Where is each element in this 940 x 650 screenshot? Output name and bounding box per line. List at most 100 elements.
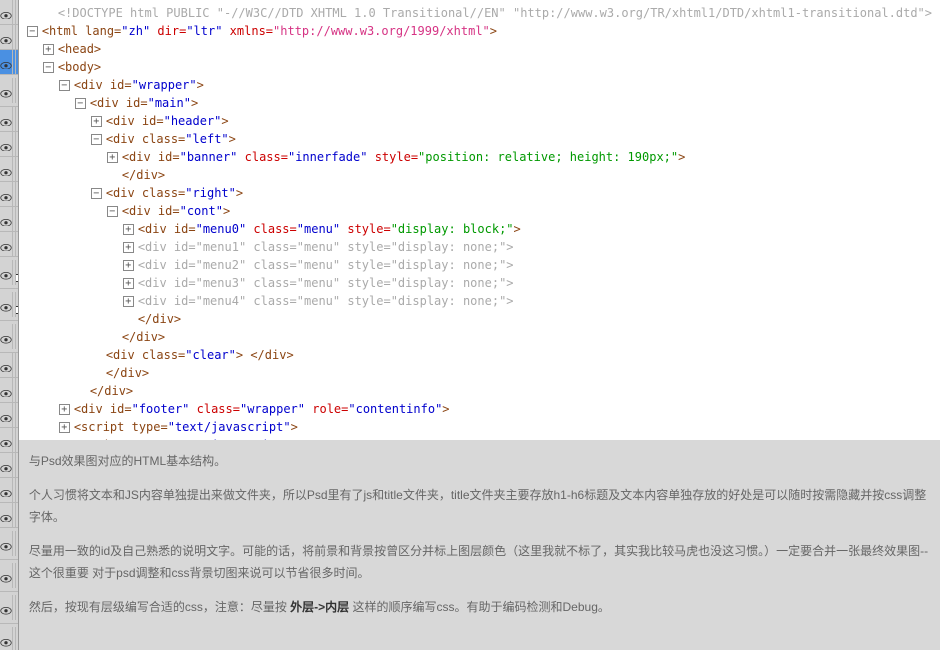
expand-icon[interactable]: + (43, 44, 54, 55)
layer-row[interactable]: title (0, 107, 18, 132)
layer-row[interactable]: js背景 (0, 478, 18, 503)
layer-row[interactable]: js (0, 25, 18, 50)
visibility-toggle[interactable] (0, 132, 13, 157)
visibility-toggle[interactable] (0, 428, 13, 453)
visibility-toggle[interactable] (0, 595, 13, 620)
code-line[interactable]: </div> (27, 364, 932, 382)
code-line[interactable]: −<div id="wrapper"> (27, 76, 932, 94)
code-line[interactable]: +<div id="menu2" class="menu" style="dis… (27, 256, 932, 274)
code-line[interactable]: +<div id="footer" class="wrapper" role="… (27, 400, 932, 418)
layer-row[interactable]: #top (0, 353, 18, 378)
visibility-toggle[interactable] (0, 563, 13, 588)
collapse-icon[interactable]: − (27, 26, 38, 37)
layer-row[interactable]: 效果图合并 (0, 0, 18, 25)
expand-icon[interactable]: + (123, 296, 134, 307)
code-line[interactable]: +<div id="menu1" class="menu" style="dis… (27, 238, 932, 256)
code-line[interactable]: +<div id="menu4" class="menu" style="dis… (27, 292, 932, 310)
code-line[interactable]: <div class="clear"> </div> (27, 346, 932, 364)
visibility-toggle[interactable] (0, 292, 13, 317)
layer-row[interactable]: js img (0, 453, 18, 478)
code-line[interactable]: </div> (27, 310, 932, 328)
expand-icon[interactable]: + (59, 422, 70, 433)
visibility-toggle[interactable] (0, 378, 13, 403)
code-line[interactable]: −<html lang="zh" dir="ltr" xmlns="http:/… (27, 22, 932, 40)
visibility-toggle[interactable] (0, 207, 13, 232)
expand-icon[interactable]: + (59, 404, 70, 415)
code-line[interactable]: +<div id="banner" class="innerfade" styl… (27, 148, 932, 166)
layer-row[interactable]: left (0, 378, 18, 403)
visibility-toggle[interactable] (0, 0, 13, 25)
collapse-icon[interactable]: − (43, 62, 54, 73)
code-line[interactable]: </div> (27, 382, 932, 400)
collapse-icon[interactable]: − (75, 98, 86, 109)
layer-row[interactable]: #cont (0, 232, 18, 257)
layer-row[interactable]: T!1版块，对不起。2版块，... (0, 75, 18, 107)
eye-icon (0, 540, 12, 548)
code-line[interactable]: −<div id="cont"> (27, 202, 932, 220)
code-line[interactable]: +<head> (27, 40, 932, 58)
visibility-toggle[interactable] (0, 50, 13, 75)
eye-icon (0, 333, 12, 341)
visibility-toggle[interactable] (0, 232, 13, 257)
layer-row[interactable]: #right (0, 157, 18, 182)
visibility-toggle[interactable] (0, 531, 13, 556)
layer-row[interactable]: #wrapper (0, 182, 18, 207)
code-line[interactable]: −<div id="main"> (27, 94, 932, 112)
collapse-icon[interactable]: − (91, 188, 102, 199)
layer-row[interactable]: bg (0, 289, 18, 321)
layer-row[interactable]: bg (0, 528, 18, 560)
code-line[interactable]: −<div class="right"> (27, 184, 932, 202)
visibility-toggle[interactable] (0, 503, 13, 528)
visibility-toggle[interactable] (0, 353, 13, 378)
visibility-toggle[interactable] (0, 157, 13, 182)
expand-icon[interactable]: + (123, 260, 134, 271)
code-line[interactable]: </div> (27, 166, 932, 184)
visibility-toggle[interactable] (0, 107, 13, 132)
code-line[interactable]: +<div id="header"> (27, 112, 932, 130)
code-line[interactable]: +<div id="menu0" class="menu" style="dis… (27, 220, 932, 238)
visibility-toggle[interactable] (0, 403, 13, 428)
layer-row[interactable]: bg (0, 560, 18, 592)
code-line[interactable]: +<div id="menu3" class="menu" style="dis… (27, 274, 932, 292)
eye-icon (0, 486, 12, 494)
eye-icon (0, 240, 12, 248)
code-line[interactable]: <!DOCTYPE html PUBLIC "-//W3C//DTD XHTML… (27, 4, 932, 22)
layer-row[interactable]: shadow (0, 321, 18, 353)
collapse-icon[interactable]: − (59, 80, 70, 91)
code-line[interactable]: −<body> (27, 58, 932, 76)
visibility-toggle[interactable] (0, 627, 13, 650)
visibility-toggle[interactable] (0, 78, 13, 103)
layers-panel[interactable]: 效果图合并js.contentT!1版块，对不起。2版块，...title#to… (0, 0, 19, 650)
layer-row[interactable]: #top (0, 132, 18, 157)
visibility-toggle[interactable] (0, 324, 13, 349)
eye-icon (0, 8, 12, 16)
visibility-toggle[interactable] (0, 182, 13, 207)
layer-row[interactable]: body (0, 592, 18, 624)
layer-row[interactable]: #banner-padding (0, 503, 18, 528)
expand-icon[interactable]: + (91, 116, 102, 127)
visibility-toggle[interactable] (0, 260, 13, 285)
layer-row[interactable]: #banner (0, 403, 18, 428)
collapse-icon[interactable]: − (107, 206, 118, 217)
eye-icon (0, 269, 12, 277)
desc-p3: 尽量用一致的id及自己熟悉的说明文字。可能的话，将前景和背景按曾区分并标上图层颜… (29, 540, 930, 584)
layer-row[interactable]: js前景 (0, 428, 18, 453)
visibility-toggle[interactable] (0, 25, 13, 50)
code-line[interactable]: </div> (27, 328, 932, 346)
layer-row[interactable]: bg (0, 257, 18, 289)
layer-row[interactable]: html (0, 624, 18, 650)
code-line[interactable]: +<script type="text/javascript"> (27, 418, 932, 436)
visibility-toggle[interactable] (0, 453, 13, 478)
visibility-toggle[interactable] (0, 478, 13, 503)
expand-icon[interactable]: + (123, 242, 134, 253)
eye-icon (0, 215, 12, 223)
collapse-icon[interactable]: − (91, 134, 102, 145)
expand-icon[interactable]: + (123, 224, 134, 235)
layer-row[interactable]: #right (0, 207, 18, 232)
code-view[interactable]: <!DOCTYPE html PUBLIC "-//W3C//DTD XHTML… (19, 0, 940, 440)
code-line[interactable]: −<div class="left"> (27, 130, 932, 148)
layer-row[interactable]: .content (0, 50, 18, 75)
eye-icon (0, 301, 12, 309)
expand-icon[interactable]: + (123, 278, 134, 289)
expand-icon[interactable]: + (107, 152, 118, 163)
